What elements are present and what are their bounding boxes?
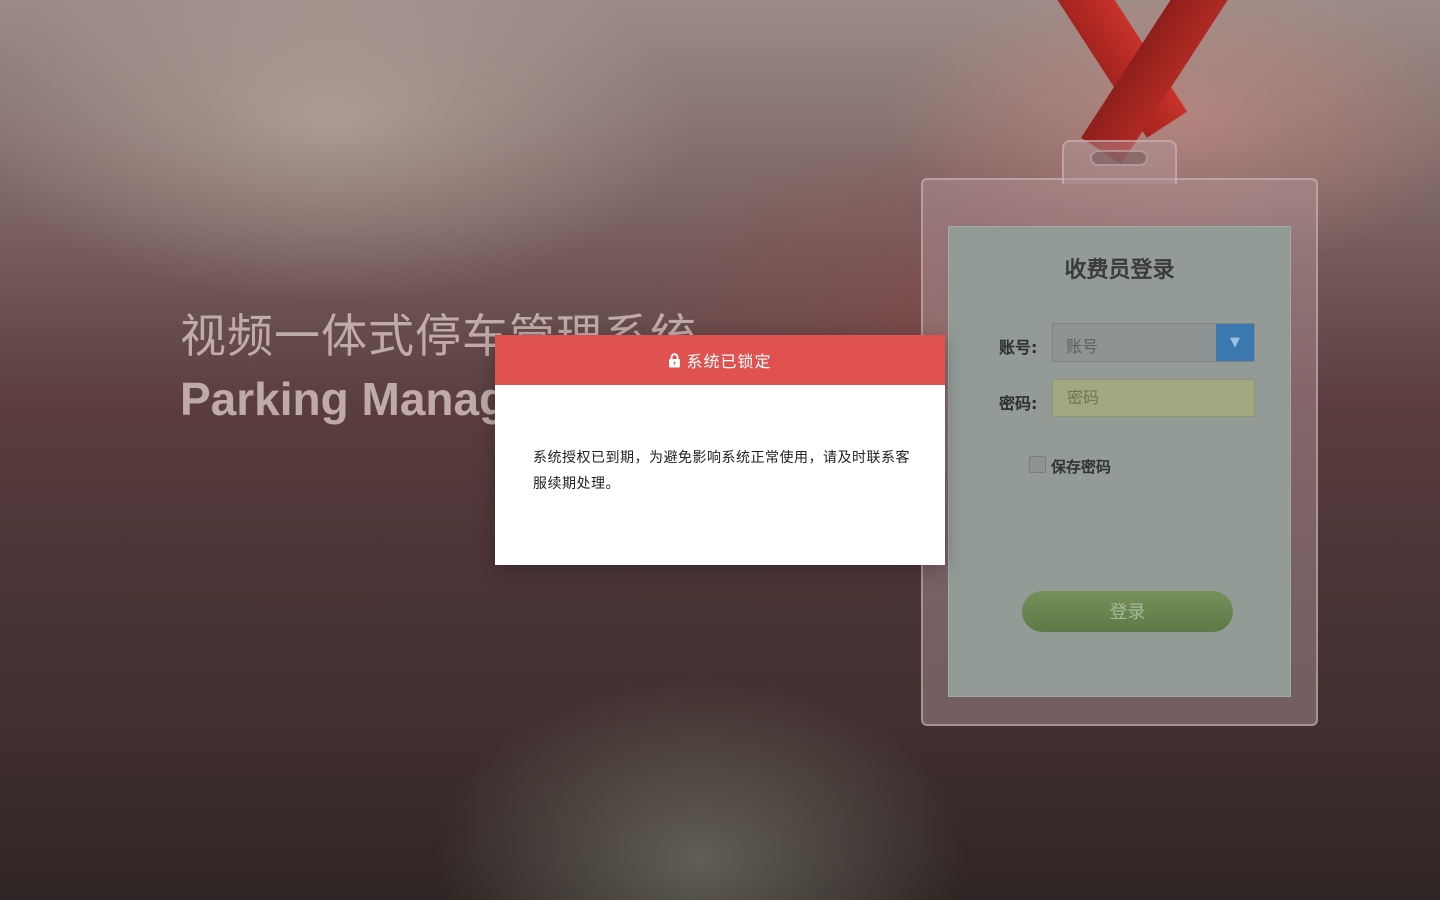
password-label: 密码:	[999, 394, 1038, 413]
remember-password-label[interactable]: 保存密码	[1051, 456, 1111, 477]
login-button[interactable]: 登录	[1022, 591, 1233, 632]
login-title: 收费员登录	[1064, 258, 1175, 283]
lock-dialog-title: 系统已锁定	[686, 352, 772, 371]
badge-slot	[1090, 150, 1148, 166]
lock-dialog: 系统已锁定 系统授权已到期，为避免影响系统正常使用，请及时联系客服续期处理。	[495, 335, 945, 565]
lock-icon	[669, 352, 681, 367]
account-select[interactable]: 账号 ▼	[1052, 323, 1255, 362]
chevron-down-icon[interactable]: ▼	[1216, 324, 1254, 361]
account-label: 账号:	[999, 338, 1038, 357]
password-field[interactable]: 密码	[1052, 379, 1255, 417]
lock-dialog-header: 系统已锁定	[495, 335, 945, 385]
account-placeholder: 账号	[1066, 337, 1099, 356]
remember-password-checkbox[interactable]	[1029, 456, 1046, 473]
lock-dialog-message: 系统授权已到期，为避免影响系统正常使用，请及时联系客服续期处理。	[533, 450, 910, 492]
